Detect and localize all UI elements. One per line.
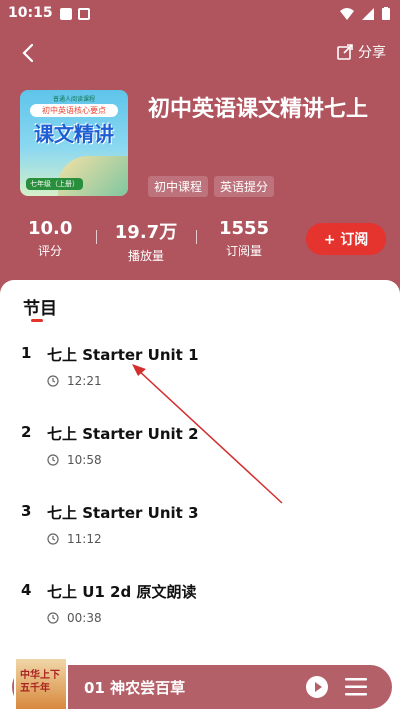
menu-icon (345, 678, 367, 696)
episode-title: 七上 Starter Unit 2 (47, 425, 199, 443)
episode-title: 七上 Starter Unit 1 (47, 346, 199, 364)
episode-item[interactable]: 3 七上 Starter Unit 3 11:12 (0, 502, 400, 562)
course-cover-image: 普通人阅读课程 初中英语核心要点 课文精讲 七年级（上册） (20, 90, 128, 196)
episode-duration: 12:21 (47, 374, 102, 388)
image-notification-icon (60, 8, 72, 20)
subscribers-stat: 1555 订阅量 (218, 218, 270, 259)
episode-index: 3 (21, 502, 32, 520)
episode-index: 2 (21, 423, 32, 441)
player-thumb-text: 中华上下五千年 (20, 670, 60, 694)
clock-icon (47, 454, 59, 466)
episode-list-sheet: 节目 1 七上 Starter Unit 1 12:21 2 七上 Starte… (0, 280, 400, 710)
episode-item[interactable]: 2 七上 Starter Unit 2 10:58 (0, 423, 400, 483)
episode-duration-text: 10:58 (67, 453, 102, 467)
app-notification-icon (78, 8, 90, 20)
top-bar: 分享 (0, 38, 400, 68)
episode-duration-text: 11:12 (67, 532, 102, 546)
rating-stat: 10.0 评分 (28, 218, 72, 259)
subscribers-label: 订阅量 (225, 244, 262, 258)
episode-duration: 00:38 (47, 611, 102, 625)
episode-title: 七上 Starter Unit 3 (47, 504, 199, 522)
course-title: 初中英语课文精讲七上 (148, 97, 369, 122)
status-bar: 10:15 (0, 0, 400, 30)
episode-duration-text: 00:38 (67, 611, 102, 625)
playlist-button[interactable] (344, 676, 368, 698)
episode-title: 七上 U1 2d 原文朗读 (47, 583, 197, 601)
clock-icon (47, 375, 59, 387)
stats-divider (196, 230, 197, 244)
share-icon (337, 44, 353, 60)
chevron-left-icon (22, 43, 34, 63)
rating-value: 10.0 (28, 218, 73, 239)
cover-grade-text: 七年级（上册） (26, 178, 83, 190)
episode-index: 1 (21, 344, 32, 362)
cover-main-text: 课文精讲 (34, 122, 114, 146)
share-label: 分享 (358, 45, 386, 61)
episode-item[interactable]: 1 七上 Starter Unit 1 12:21 (0, 344, 400, 404)
course-tag: 初中课程 (148, 176, 209, 197)
player-title: 01 神农尝百草 (84, 679, 186, 697)
play-button[interactable] (305, 675, 329, 699)
episode-duration: 10:58 (47, 453, 102, 467)
cover-sub-text: 初中英语核心要点 (30, 104, 118, 117)
clock-icon (47, 533, 59, 545)
rating-label: 评分 (37, 244, 62, 258)
cover-illustration (58, 156, 128, 196)
subscribers-value: 1555 (218, 218, 270, 239)
plays-label: 播放量 (127, 249, 164, 263)
episode-index: 4 (21, 581, 32, 599)
signal-icon (362, 7, 374, 20)
wifi-icon (340, 7, 354, 20)
back-button[interactable] (16, 40, 42, 66)
cover-top-text: 普通人阅读课程 (52, 96, 95, 103)
plays-value: 19.7万 (114, 222, 178, 243)
clock-icon (47, 612, 59, 624)
subscribe-button[interactable]: + 订阅 (306, 223, 386, 255)
play-icon (306, 676, 328, 698)
stats-divider (96, 230, 97, 244)
section-title: 节目 (23, 299, 57, 319)
episode-duration-text: 12:21 (67, 374, 102, 388)
course-tag: 英语提分 (214, 176, 275, 197)
episode-item[interactable]: 4 七上 U1 2d 原文朗读 00:38 (0, 581, 400, 641)
battery-icon (382, 7, 390, 20)
section-underline (31, 319, 43, 322)
player-thumbnail: 中华上下五千年 (14, 657, 68, 710)
mini-player[interactable]: 中华上下五千年 01 神农尝百草 (12, 657, 392, 710)
episode-duration: 11:12 (47, 532, 102, 546)
share-button[interactable]: 分享 (336, 42, 386, 62)
status-time: 10:15 (8, 5, 53, 21)
course-tags: 初中课程 英语提分 (148, 176, 275, 197)
plays-stat: 19.7万 播放量 (113, 218, 179, 264)
